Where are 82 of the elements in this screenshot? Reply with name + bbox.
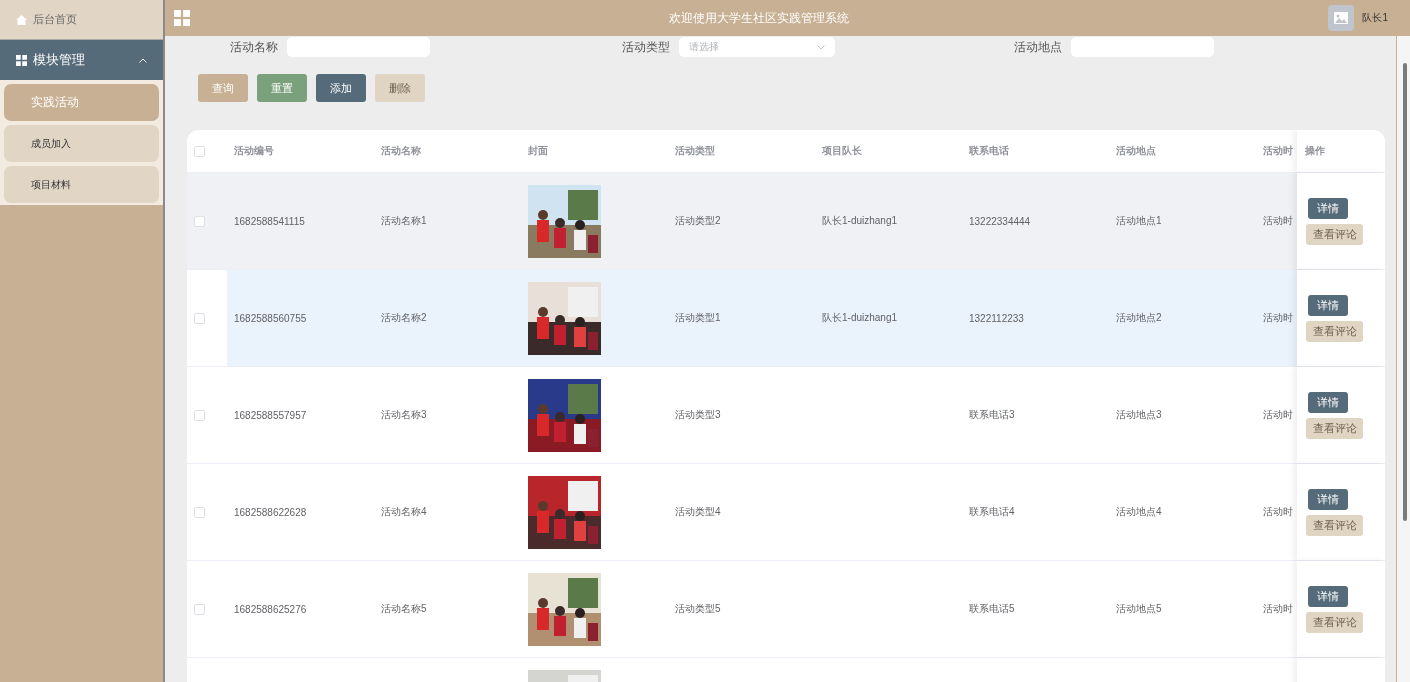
table-cell: 队长1-duizhang1 bbox=[822, 214, 898, 228]
column-header: 活动类型 bbox=[674, 144, 716, 158]
table-cell: 队长1-duizhang1 bbox=[822, 311, 898, 325]
chevron-icon bbox=[139, 57, 147, 63]
avatar[interactable] bbox=[1328, 5, 1355, 31]
comments-button[interactable]: 查看评论 bbox=[1306, 514, 1363, 536]
details-button[interactable]: 详情 bbox=[1308, 197, 1348, 219]
chevron-icon bbox=[817, 44, 825, 50]
table-cell: 活动类型1 bbox=[675, 311, 721, 325]
table-cell: 1682588557957 bbox=[234, 409, 307, 421]
site-title: 欢迎使用大学生社区实践管理系统 bbox=[668, 9, 851, 27]
column-header: 联系电话 bbox=[968, 144, 1010, 158]
home-icon bbox=[16, 14, 27, 25]
table-cell: 活动类型4 bbox=[675, 505, 721, 519]
column-header: 操作 bbox=[1305, 144, 1326, 158]
user-name[interactable]: 队长1 bbox=[1362, 11, 1388, 25]
sidebar-item[interactable]: 项目材料 bbox=[4, 166, 159, 203]
details-button[interactable]: 详情 bbox=[1308, 391, 1348, 413]
checkbox[interactable] bbox=[194, 145, 205, 157]
table-cell: 联系电话3 bbox=[969, 408, 1015, 422]
table-cell: 活动地点4 bbox=[1116, 505, 1162, 519]
table-cell: 13222334444 bbox=[969, 215, 1031, 227]
details-button[interactable]: 详情 bbox=[1308, 294, 1348, 316]
details-button[interactable]: 详情 bbox=[1308, 585, 1348, 607]
field-label: 活动名称 bbox=[229, 38, 278, 56]
column-header: 活动时 bbox=[1262, 144, 1294, 158]
table-cell: 活动时 bbox=[1263, 214, 1293, 228]
table-cell: 1682588622628 bbox=[234, 506, 307, 518]
column-header: 活动地点 bbox=[1115, 144, 1157, 158]
table-cell: 活动类型2 bbox=[675, 214, 721, 228]
module-menu-header[interactable]: 模块管理 bbox=[0, 40, 163, 80]
table-cell: 活动地点1 bbox=[1116, 214, 1162, 228]
input-field[interactable] bbox=[1071, 37, 1214, 57]
table-cell: 1682588625276 bbox=[234, 603, 307, 615]
checkbox[interactable] bbox=[194, 506, 205, 518]
input-field[interactable] bbox=[287, 37, 430, 57]
table-row[interactable]: 1682588541115 活动名称1 活动类型2 队长1-duizhang1 13222334444 活动地点1 活动时 详情 查看评论 bbox=[187, 173, 1385, 270]
table-cell: 1682588560755 bbox=[234, 312, 307, 324]
table-cell: 活动名称2 bbox=[381, 311, 427, 325]
comments-button[interactable]: 查看评论 bbox=[1306, 223, 1363, 245]
table-row[interactable]: 1682588560755 活动名称2 活动类型1 队长1-duizhang1 1322112233 活动地点2 活动时 详情 查看评论 bbox=[187, 270, 1385, 367]
table-cell: 1322112233 bbox=[969, 312, 1024, 324]
grid-icon bbox=[16, 54, 27, 66]
sidebar-item[interactable]: 成员加入 bbox=[4, 125, 159, 162]
table-row[interactable]: 1682588557957 活动名称3 活动类型3 联系电话3 活动地点3 活动时 详情 查看评论 bbox=[187, 367, 1385, 464]
field-label: 活动类型 bbox=[621, 38, 670, 56]
table-cell: 活动名称3 bbox=[381, 408, 427, 422]
column-header: 项目队长 bbox=[821, 144, 863, 158]
checkbox[interactable] bbox=[194, 409, 205, 421]
details-button[interactable]: 详情 bbox=[1308, 488, 1348, 510]
image-icon bbox=[1334, 12, 1349, 24]
column-header: 封面 bbox=[527, 144, 549, 158]
comments-button[interactable]: 查看评论 bbox=[1306, 417, 1363, 439]
comments-button[interactable]: 查看评论 bbox=[1306, 611, 1363, 633]
table-cell: 活动类型3 bbox=[675, 408, 721, 422]
home-menu-item[interactable]: 后台首页 bbox=[0, 0, 163, 40]
table-cell: 活动时 bbox=[1263, 505, 1293, 519]
table-cell: 活动类型5 bbox=[675, 602, 721, 616]
table-cell: 1682588541115 bbox=[234, 215, 305, 227]
comments-button[interactable]: 查看评论 bbox=[1306, 320, 1363, 342]
action-button[interactable]: 重置 bbox=[257, 74, 307, 102]
table-row[interactable]: 1682588625276 活动名称5 活动类型5 联系电话5 活动地点5 活动时 详情 查看评论 bbox=[187, 561, 1385, 658]
table-cell: 活动名称5 bbox=[381, 602, 427, 616]
action-button[interactable]: 添加 bbox=[316, 74, 366, 102]
menu-icon bbox=[174, 10, 190, 26]
field-label: 活动地点 bbox=[1013, 38, 1062, 56]
table-cell: 活动时 bbox=[1263, 602, 1293, 616]
table-cell: 联系电话5 bbox=[969, 602, 1015, 616]
checkbox[interactable] bbox=[194, 215, 205, 227]
table-cell: 活动名称1 bbox=[381, 214, 427, 228]
checkbox[interactable] bbox=[194, 603, 205, 615]
table-cell: 活动时 bbox=[1263, 311, 1293, 325]
column-header: 活动名称 bbox=[380, 144, 422, 158]
table-cell: 活动时 bbox=[1263, 408, 1293, 422]
table-cell: 联系电话4 bbox=[969, 505, 1015, 519]
table-row[interactable]: 1682588622628 活动名称4 活动类型4 联系电话4 活动地点4 活动时 详情 查看评论 bbox=[187, 464, 1385, 561]
table-cell: 活动地点2 bbox=[1116, 311, 1162, 325]
table-cell: 活动地点5 bbox=[1116, 602, 1162, 616]
column-header: 活动编号 bbox=[233, 144, 275, 158]
checkbox[interactable] bbox=[194, 312, 205, 324]
table-cell: 活动地点3 bbox=[1116, 408, 1162, 422]
table-cell: 活动名称4 bbox=[381, 505, 427, 519]
